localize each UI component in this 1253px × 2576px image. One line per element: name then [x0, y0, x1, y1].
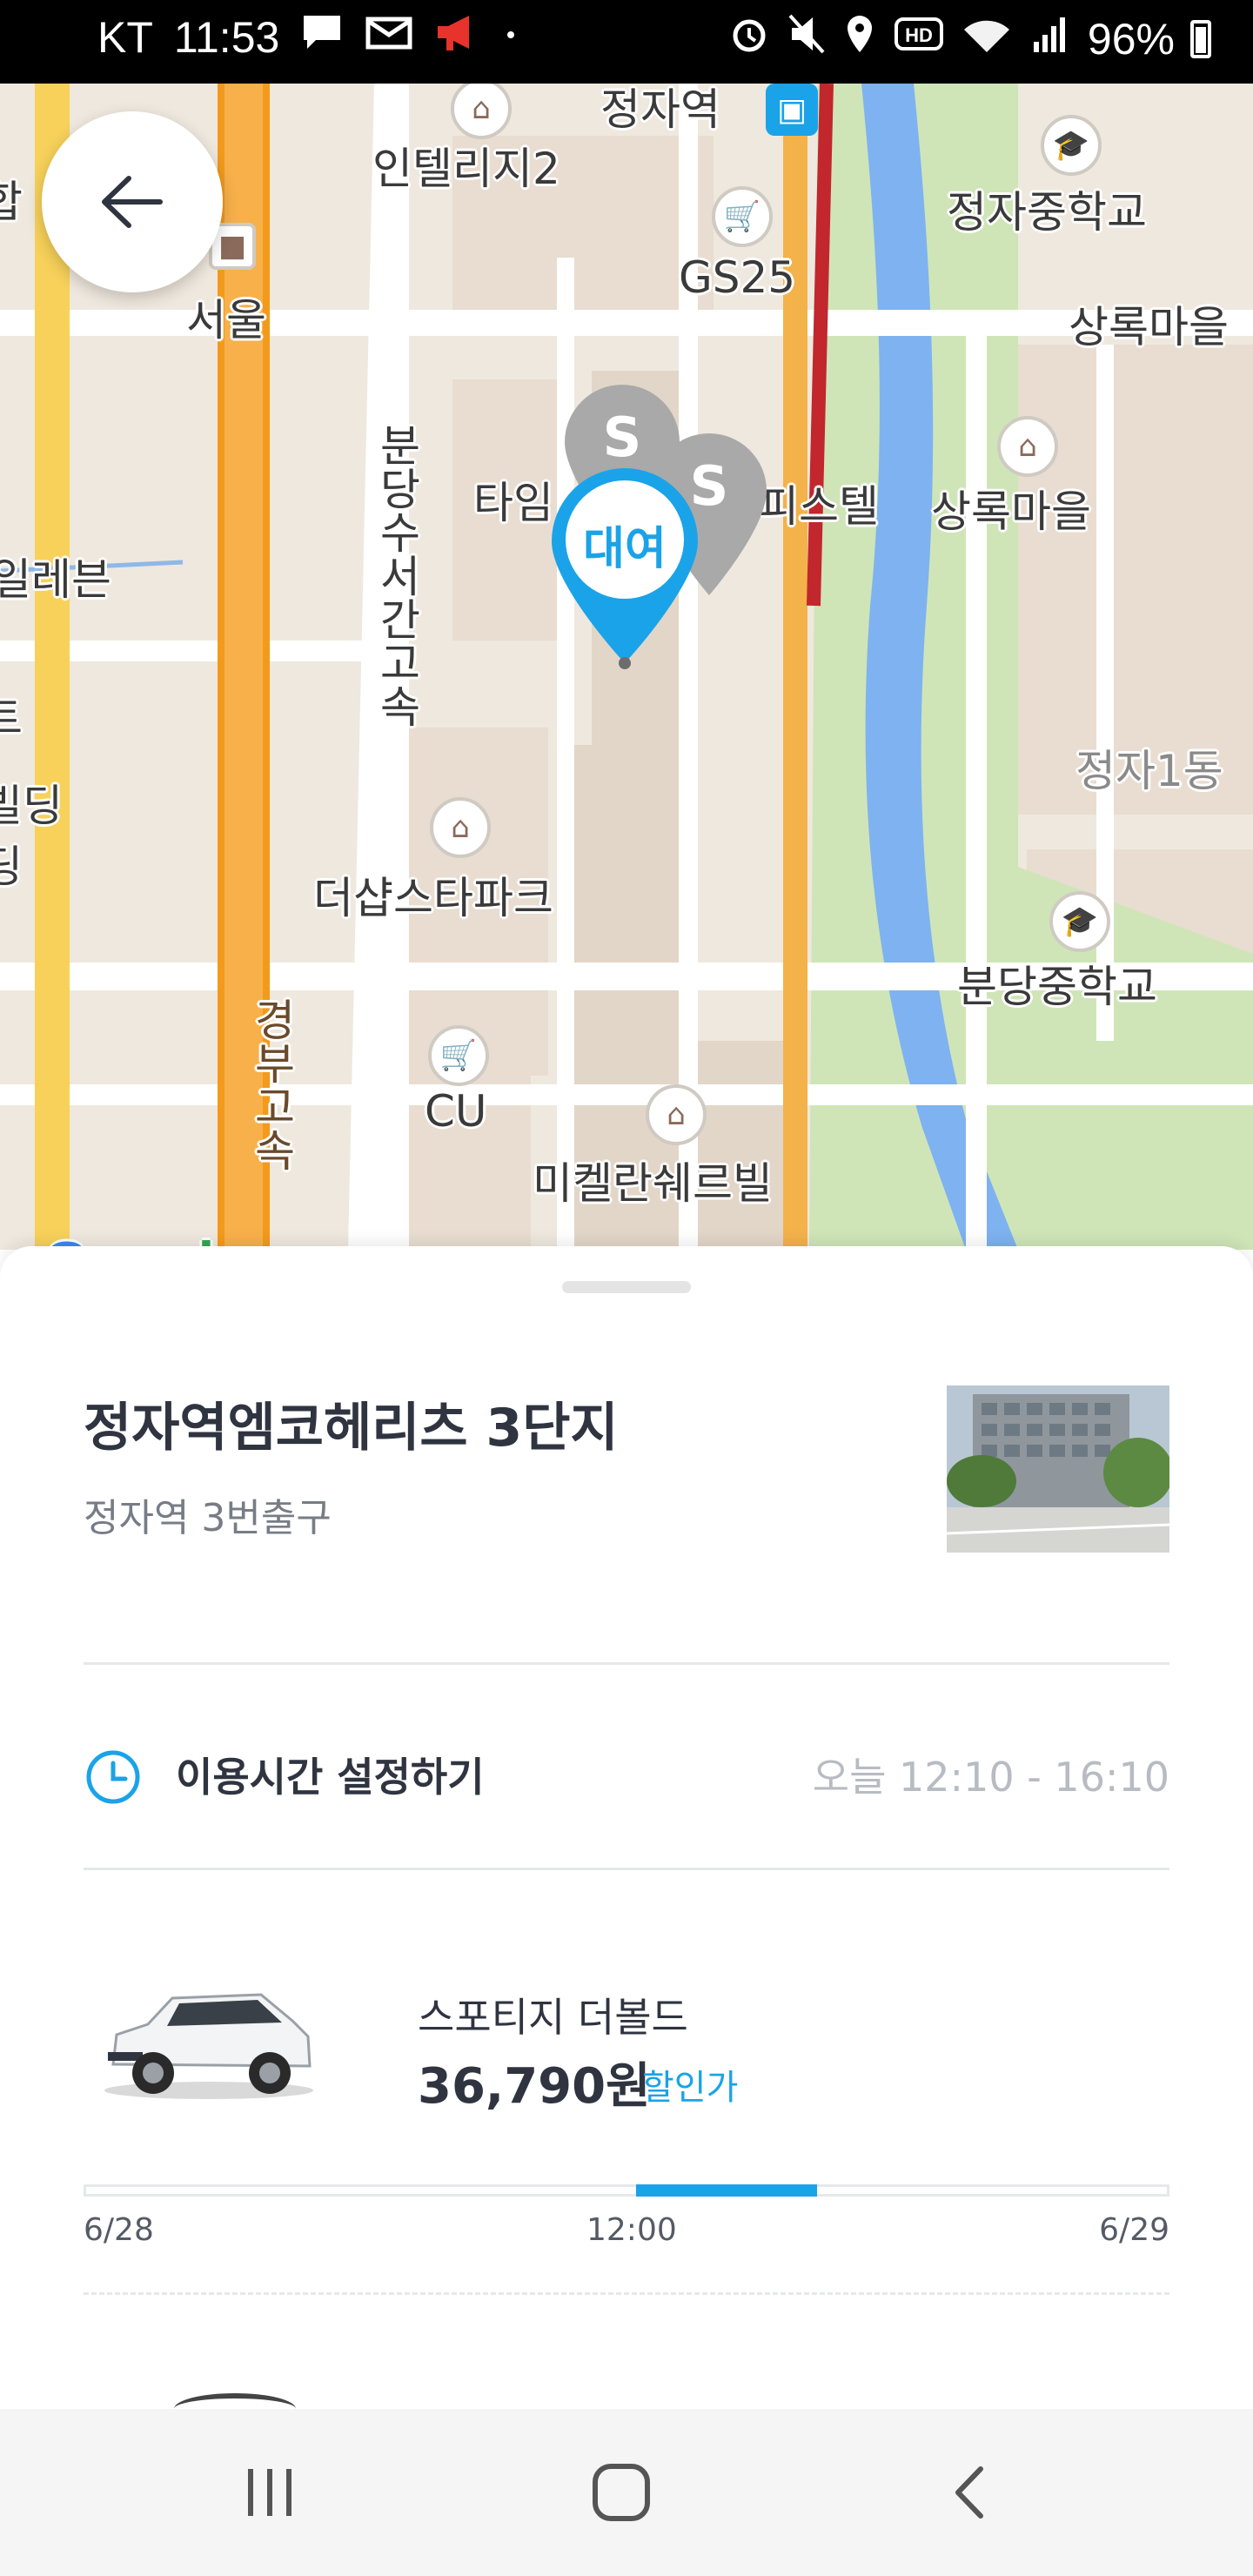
map-label-expressway: 분당수서간고속 — [372, 423, 422, 728]
rental-time-row[interactable]: 이용시간 설정하기 오늘 12:10 - 16:10 — [84, 1725, 1169, 1821]
timeline-end-label: 6/29 — [1099, 2212, 1169, 2248]
rental-time-title: 이용시간 설정하기 — [176, 1754, 485, 1801]
signal-icon — [1029, 12, 1072, 66]
subway-station-icon: ▣ — [766, 84, 818, 136]
map-label-sangnok-top: 상록마을 — [1069, 302, 1229, 352]
map-label-partial-3: 딩 — [0, 842, 23, 892]
dot-icon — [502, 12, 519, 63]
home-poi-icon: ⌂ — [997, 416, 1058, 477]
carrier-label: KT — [97, 13, 153, 62]
map-label-michelan: 미켈란쉐르빌 — [533, 1158, 773, 1209]
station-name: 정자역엠코헤리츠 3단지 — [84, 1398, 619, 1459]
map-label-gyeongbu: 경부고속 — [246, 997, 297, 1171]
school-poi-icon: 🎓 — [1041, 115, 1102, 176]
hd-icon: HD — [893, 12, 945, 66]
map-label-the-sharp: 더샵스타파크 — [313, 873, 553, 923]
map-label-taim: 타임 — [473, 478, 553, 528]
megaphone-icon — [434, 12, 481, 63]
car-list-item[interactable]: 스포티지 더볼드 36,790원 할인가 6/28 12:00 6/29 — [0, 1908, 1253, 2308]
map-label-building: 빌딩 — [0, 781, 63, 831]
map-label-cu: CU — [425, 1086, 487, 1137]
map-label-gs25: GS25 — [679, 252, 796, 303]
recent-apps-icon — [248, 2469, 291, 2516]
system-nav-bar — [0, 2409, 1253, 2576]
car-price: 36,790원 — [418, 2058, 651, 2115]
map-label-station: 정자역 — [600, 84, 720, 135]
car-discount-label: 할인가 — [642, 2068, 739, 2108]
map-label-bundang-school: 분당중학교 — [957, 962, 1157, 1012]
clock-label: 11:53 — [173, 13, 280, 62]
home-icon — [593, 2464, 650, 2521]
timeline-start-label: 6/28 — [84, 2212, 154, 2248]
map-label-partial-2: 트 — [0, 694, 23, 744]
divider — [84, 1662, 1169, 1665]
map-label-middle-school: 정자중학교 — [947, 187, 1147, 238]
rental-time-value: 오늘 12:10 - 16:10 — [812, 1754, 1169, 1801]
clock-icon — [84, 1748, 143, 1810]
back-button[interactable] — [42, 111, 223, 292]
map-label-jeongja1: 정자1동 — [1075, 746, 1223, 796]
hd-text: HD — [905, 24, 933, 46]
mail-icon — [365, 12, 413, 63]
school-poi-icon: 🎓 — [1049, 891, 1110, 952]
alarm-icon — [727, 12, 771, 66]
arrow-left-icon — [102, 176, 163, 228]
shop-poi-icon: 🛒 — [428, 1025, 489, 1086]
station-pin-active-label: 대여 — [583, 523, 667, 575]
shop-poi-icon: 🛒 — [712, 186, 773, 247]
map-label-seoul: 서울 — [186, 295, 266, 345]
divider — [84, 1868, 1169, 1870]
map-label-sangnok: 상록마을 — [931, 486, 1091, 537]
car-name: 스포티지 더볼드 — [418, 1994, 688, 2041]
battery-icon — [1190, 20, 1211, 58]
home-poi-icon: ⌂ — [430, 797, 491, 858]
timeline-mid-label: 12:00 — [586, 2212, 677, 2248]
back-icon — [955, 2466, 983, 2519]
station-detail-sheet: 정자역엠코헤리츠 3단지 정자역 3번출구 이용시간 설정하기 오늘 12:10 — [0, 1246, 1253, 2412]
message-icon — [300, 12, 344, 63]
recent-apps-button[interactable] — [218, 2458, 322, 2527]
map-label-partial-1: 합 — [0, 177, 23, 227]
status-bar: KT 11:53 HD 96% — [0, 0, 1253, 84]
sheet-drag-handle[interactable] — [562, 1281, 691, 1293]
car-image — [96, 1969, 322, 2108]
mute-icon — [787, 12, 827, 66]
station-photo[interactable] — [947, 1385, 1169, 1553]
station-exit: 정자역 3번출구 — [84, 1496, 332, 1540]
home-button[interactable] — [569, 2458, 673, 2527]
map-label-eleven: 일레븐 — [0, 554, 111, 605]
location-icon — [842, 12, 877, 66]
system-back-button[interactable] — [919, 2458, 1023, 2527]
availability-timeline[interactable] — [84, 2184, 1169, 2197]
reserved-time-bar — [636, 2184, 817, 2197]
dashed-divider — [84, 2292, 1169, 2295]
wifi-icon — [961, 12, 1013, 66]
map-label-intelligence2: 인텔리지2 — [372, 144, 560, 194]
home-poi-icon: ⌂ — [646, 1084, 707, 1145]
battery-percent: 96% — [1087, 15, 1175, 64]
